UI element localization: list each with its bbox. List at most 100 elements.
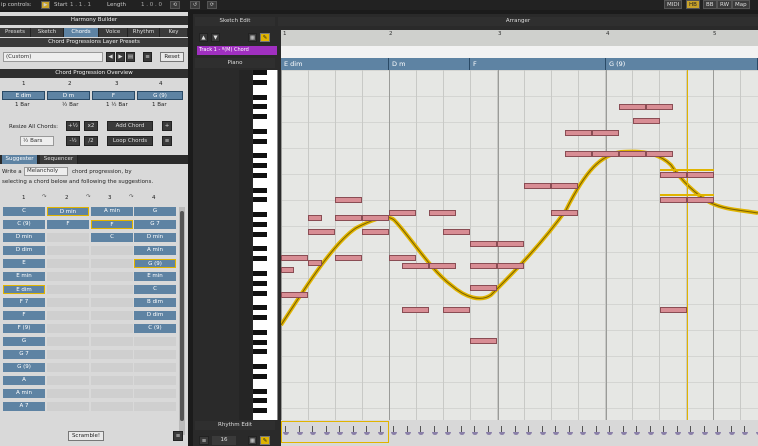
suggestion-empty-cell[interactable] bbox=[47, 259, 89, 268]
suggestion-chord[interactable]: C (9) bbox=[134, 324, 176, 333]
piano-keyboard[interactable] bbox=[253, 70, 278, 420]
suggestion-empty-cell[interactable] bbox=[91, 246, 133, 255]
suggestion-empty-cell[interactable] bbox=[91, 298, 133, 307]
black-key[interactable] bbox=[253, 172, 267, 178]
undo-icon[interactable]: ↺ bbox=[190, 1, 200, 9]
rhythm-hit[interactable] bbox=[553, 432, 559, 435]
suggestion-chord[interactable]: F bbox=[3, 311, 45, 320]
length-value[interactable]: 1 . 0 . 0 bbox=[141, 0, 162, 10]
rhythm-hit[interactable] bbox=[404, 432, 411, 435]
scrollbar[interactable] bbox=[179, 207, 185, 435]
suggestion-chord[interactable]: D min bbox=[47, 207, 89, 216]
preset-prev-icon[interactable]: ◀ bbox=[106, 52, 115, 62]
suggestion-chord[interactable]: A bbox=[3, 376, 45, 385]
suggestion-empty-cell[interactable] bbox=[91, 350, 133, 359]
rhythm-hit[interactable] bbox=[715, 432, 721, 435]
preset-menu-icon[interactable]: ≡ bbox=[143, 52, 152, 62]
black-key[interactable] bbox=[253, 305, 267, 311]
suggestion-empty-cell[interactable] bbox=[91, 324, 133, 333]
black-key[interactable] bbox=[253, 212, 267, 218]
midi-note[interactable] bbox=[470, 263, 497, 269]
black-key[interactable] bbox=[253, 364, 267, 369]
midi-note[interactable] bbox=[308, 229, 335, 235]
black-key[interactable] bbox=[253, 163, 267, 169]
midi-note[interactable] bbox=[592, 130, 619, 136]
mood-select[interactable]: Melancholy bbox=[24, 167, 68, 176]
overview-chord-4[interactable]: G (9) bbox=[137, 91, 183, 100]
suggestion-chord[interactable]: F bbox=[91, 220, 133, 229]
suggestion-empty-cell[interactable] bbox=[134, 363, 176, 372]
black-key[interactable] bbox=[253, 94, 267, 100]
overview-chord-3[interactable]: F bbox=[92, 91, 135, 100]
suggestion-empty-cell[interactable] bbox=[47, 233, 89, 242]
play-icon[interactable]: ▶ bbox=[41, 1, 50, 9]
midi-note[interactable] bbox=[660, 197, 687, 203]
rhythm-hit[interactable] bbox=[647, 432, 654, 435]
suggestion-chord[interactable]: F (9) bbox=[3, 324, 45, 333]
suggestion-empty-cell[interactable] bbox=[47, 324, 89, 333]
midi-note[interactable] bbox=[660, 172, 687, 178]
rhythm-hit[interactable] bbox=[593, 432, 600, 435]
suggestion-empty-cell[interactable] bbox=[47, 389, 89, 398]
midi-note[interactable] bbox=[687, 197, 714, 203]
preset-save-icon[interactable]: ▤ bbox=[126, 52, 135, 62]
scrollbar-thumb[interactable] bbox=[180, 211, 184, 421]
suggestion-empty-cell[interactable] bbox=[91, 402, 133, 411]
black-key[interactable] bbox=[253, 373, 267, 379]
menu-icon[interactable]: ≡ bbox=[162, 136, 172, 146]
suggestion-empty-cell[interactable] bbox=[47, 402, 89, 411]
chord-region-4[interactable]: G (9) bbox=[606, 58, 758, 70]
suggestion-chord[interactable]: D min bbox=[134, 233, 176, 242]
suggestion-empty-cell[interactable] bbox=[47, 350, 89, 359]
midi-note[interactable] bbox=[335, 215, 362, 221]
scroll-down-icon[interactable]: ▼ bbox=[211, 33, 220, 42]
suggestion-empty-cell[interactable] bbox=[47, 298, 89, 307]
suggestion-empty-cell[interactable] bbox=[134, 376, 176, 385]
suggestion-chord[interactable]: G bbox=[134, 207, 176, 216]
midi-note[interactable] bbox=[429, 263, 456, 269]
rhythm-hit[interactable] bbox=[674, 432, 681, 435]
tab-rhythm[interactable]: Rhythm bbox=[128, 28, 160, 37]
suggestion-chord[interactable]: F bbox=[47, 220, 89, 229]
midi-note[interactable] bbox=[281, 267, 294, 273]
suggestion-empty-cell[interactable] bbox=[47, 363, 89, 372]
suggestion-empty-cell[interactable] bbox=[134, 402, 176, 411]
black-key[interactable] bbox=[253, 339, 267, 345]
suggestion-chord[interactable]: G 7 bbox=[3, 350, 45, 359]
list-icon[interactable]: ≡ bbox=[173, 431, 183, 441]
rw-button[interactable]: RW bbox=[717, 0, 733, 9]
chord-region-3[interactable]: F bbox=[470, 58, 606, 70]
chord-region-2[interactable]: D m bbox=[389, 58, 470, 70]
midi-note[interactable] bbox=[633, 118, 660, 124]
midi-note[interactable] bbox=[687, 172, 714, 178]
suggestion-empty-cell[interactable] bbox=[47, 311, 89, 320]
rhythm-hit[interactable] bbox=[499, 432, 505, 435]
rhythm-lane[interactable] bbox=[281, 420, 758, 446]
black-key[interactable] bbox=[253, 270, 267, 276]
black-key[interactable] bbox=[253, 280, 267, 286]
rhythm-grid-icon[interactable]: ▦ bbox=[248, 436, 257, 445]
suggestion-chord[interactable]: E min bbox=[134, 272, 176, 281]
midi-note[interactable] bbox=[470, 338, 497, 344]
suggestion-chord[interactable]: C (9) bbox=[3, 220, 45, 229]
map-button[interactable]: Map bbox=[732, 0, 750, 9]
suggestion-empty-cell[interactable] bbox=[91, 337, 133, 346]
suggestion-chord[interactable]: A min bbox=[3, 389, 45, 398]
black-key[interactable] bbox=[253, 231, 267, 237]
redo-icon[interactable]: ⟳ bbox=[207, 1, 217, 9]
pencil-icon[interactable]: ✎ bbox=[260, 33, 270, 42]
suggestion-chord[interactable]: G (9) bbox=[3, 363, 45, 372]
suggestion-chord[interactable]: B dim bbox=[134, 298, 176, 307]
resize-div2-button[interactable]: /2 bbox=[84, 136, 98, 146]
midi-note[interactable] bbox=[429, 210, 456, 216]
rhythm-hit[interactable] bbox=[472, 432, 478, 435]
overview-chord-2[interactable]: D m bbox=[47, 91, 90, 100]
midi-note[interactable] bbox=[335, 197, 362, 203]
suggestion-empty-cell[interactable] bbox=[47, 285, 89, 294]
midi-note[interactable] bbox=[470, 285, 497, 291]
black-key[interactable] bbox=[253, 187, 267, 193]
black-key[interactable] bbox=[253, 114, 267, 120]
black-key[interactable] bbox=[253, 128, 267, 134]
rhythm-menu-icon[interactable]: ≡ bbox=[199, 436, 209, 445]
suggestion-chord[interactable]: A min bbox=[134, 246, 176, 255]
